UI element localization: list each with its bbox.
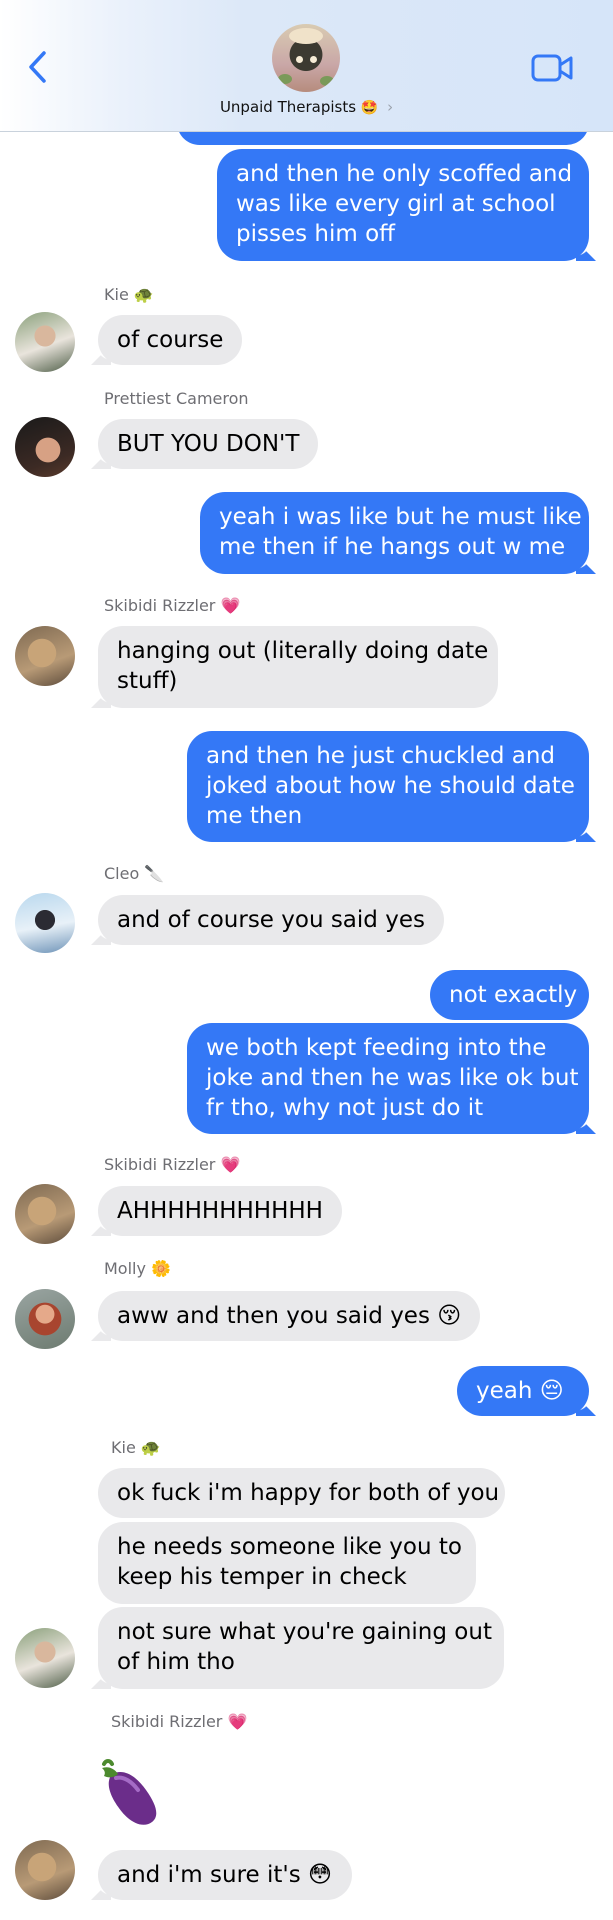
message-bubble-incoming[interactable]: AHHHHHHHHHHH	[98, 1186, 342, 1236]
message-bubble-incoming[interactable]: ok fuck i'm happy for both of you	[98, 1468, 505, 1518]
avatar-skibidi-rizzler[interactable]	[15, 626, 75, 686]
video-call-icon[interactable]	[531, 53, 573, 83]
sender-name: Skibidi Rizzler 💗	[104, 1155, 241, 1174]
conversation-header: Unpaid Therapists 🤩 ›	[0, 0, 613, 132]
sender-name: Prettiest Cameron	[104, 389, 249, 408]
avatar-skibidi-rizzler[interactable]	[15, 1184, 75, 1244]
message-bubble-incoming[interactable]: of course	[98, 315, 243, 365]
sender-name: Skibidi Rizzler 💗	[111, 1712, 248, 1731]
message-bubble-outgoing[interactable]: and then he only scoffed and was like ev…	[217, 149, 589, 261]
message-bubble-incoming[interactable]: hanging out (literally doing date stuff)	[98, 626, 498, 708]
message-bubble-incoming[interactable]: BUT YOU DON'T	[98, 419, 319, 469]
avatar-kie[interactable]	[15, 1628, 75, 1688]
back-chevron-icon[interactable]	[26, 50, 50, 84]
message-bubble-incoming[interactable]: and i'm sure it's 😳	[98, 1850, 352, 1900]
group-avatar[interactable]	[272, 24, 340, 92]
sender-name: Molly 🌼	[104, 1259, 171, 1278]
message-bubble-incoming[interactable]: and of course you said yes	[98, 895, 444, 945]
message-bubble-outgoing[interactable]: yeah i was like but he must like me then…	[200, 492, 589, 574]
title-emoji: 🤩	[360, 100, 379, 116]
message-bubble-incoming[interactable]: not sure what you're gaining out of him …	[98, 1607, 504, 1689]
title-text: Unpaid Therapists	[219, 98, 357, 116]
conversation-title[interactable]: Unpaid Therapists 🤩 ›	[0, 98, 613, 116]
message-bubble-outgoing[interactable]: not exactly	[430, 970, 589, 1020]
avatar-cameron[interactable]	[15, 417, 75, 477]
sender-name: Kie 🐢	[104, 285, 154, 304]
sender-name: Kie 🐢	[111, 1438, 161, 1457]
sender-name: Skibidi Rizzler 💗	[104, 596, 241, 615]
chevron-right-icon: ›	[387, 98, 394, 116]
avatar-cleo[interactable]	[15, 893, 75, 953]
message-bubble-outgoing[interactable]: and then he just chuckled and joked abou…	[187, 731, 589, 842]
message-bubble-incoming[interactable]: he needs someone like you to keep his te…	[98, 1522, 476, 1604]
message-bubble-outgoing[interactable]: yeah 😔	[457, 1366, 589, 1416]
message-bubble-incoming[interactable]: aww and then you said yes 😚	[98, 1291, 481, 1341]
avatar-molly[interactable]	[15, 1289, 75, 1349]
message-bubble-outgoing[interactable]: we both kept feeding into the joke and t…	[187, 1023, 589, 1134]
avatar-skibidi-rizzler[interactable]	[15, 1840, 75, 1900]
eggplant-icon[interactable]	[94, 1754, 170, 1830]
avatar-kie[interactable]	[15, 312, 75, 372]
sender-name: Cleo 🔪	[104, 864, 165, 883]
